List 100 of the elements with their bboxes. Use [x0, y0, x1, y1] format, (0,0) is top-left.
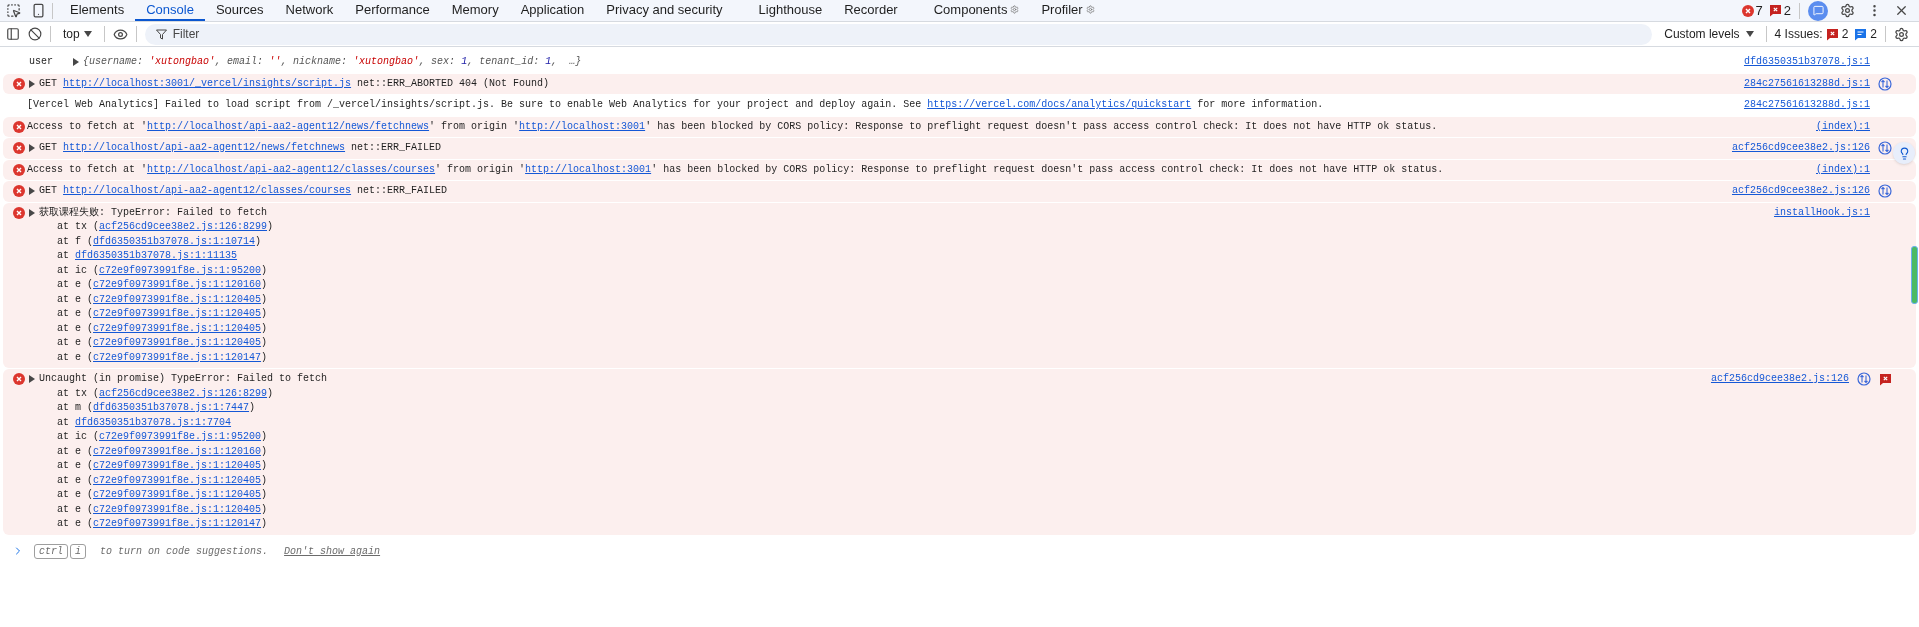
source-link[interactable]: dfd6350351b37078.js:1 — [1743, 55, 1870, 70]
stack-frame-link[interactable]: c72e9f0973991f8e.js:1:120405 — [93, 322, 262, 334]
stack-frame-link[interactable]: c72e9f0973991f8e.js:1:120160 — [93, 279, 262, 290]
dont-show-again-link[interactable]: Don't show again — [284, 543, 381, 559]
error-icon — [13, 142, 25, 155]
expand-triangle-icon[interactable] — [73, 58, 79, 67]
stack-frame-link[interactable]: c72e9f0973991f8e.js:1:120405 — [93, 503, 262, 515]
source-link[interactable]: installHook.js:1 — [1774, 205, 1870, 220]
stack-frame-link[interactable]: dfd6350351b37078.js:1:10714 — [93, 235, 256, 247]
url-link[interactable]: http://localhost:3001 — [525, 163, 652, 175]
stack-frame-link[interactable]: dfd6350351b37078.js:1:7447 — [93, 402, 250, 413]
expand-triangle-icon[interactable] — [29, 144, 35, 153]
error-text: GET http://localhost:3001/_vercel/insights/script.js net::ERR_ABORTED 404 (Not Found) — [39, 76, 550, 91]
stack-frame: at e (c72e9f0973991f8e.js:1:120405) — [27, 307, 1758, 322]
issue-icon[interactable] — [1879, 372, 1892, 386]
inspect-icon[interactable] — [6, 3, 21, 18]
stack-frame: at e (c72e9f0973991f8e.js:1:120405) — [27, 459, 1695, 474]
stack-frame-link[interactable]: acf256cd9cee38e2.js:126:8299 — [99, 221, 268, 232]
url-link[interactable]: http://localhost:3001/_vercel/insights/script.js — [63, 77, 352, 89]
stack-frame-link[interactable]: c72e9f0973991f8e.js:1:120405 — [93, 293, 262, 305]
stack-frame: at e (c72e9f0973991f8e.js:1:120147) — [27, 350, 1758, 365]
url-link[interactable]: http://localhost/api-aa2-agent12/classes/courses — [63, 185, 352, 196]
log-text: {username: 'xutongbao', email: '', nickname: 'xutongbao', sex: 1, tenant_id: 1, …} — [83, 55, 582, 69]
stack-frame-link[interactable]: c72e9f0973991f8e.js:1:95200 — [99, 264, 262, 276]
stack-frame: at e (c72e9f0973991f8e.js:1:120405) — [27, 473, 1695, 488]
source-link[interactable]: acf256cd9cee38e2.js:126 — [1710, 372, 1849, 387]
source-link[interactable]: (index):1 — [1816, 119, 1870, 134]
issue-count[interactable]: 2 — [1783, 0, 1791, 21]
source-link[interactable]: 284c27561613288d.js:1 — [1743, 76, 1870, 91]
panel-tab[interactable]: Elements — [59, 0, 136, 21]
network-request-icon[interactable] — [1878, 184, 1892, 199]
stack-frame-link[interactable]: c72e9f0973991f8e.js:1:120405 — [93, 474, 262, 486]
stack-frame-link[interactable]: acf256cd9cee38e2.js:126:8299 — [99, 387, 268, 399]
expand-triangle-icon[interactable] — [29, 79, 35, 88]
source-link[interactable]: acf256cd9cee38e2.js:126 — [1731, 184, 1870, 199]
source-link[interactable]: acf256cd9cee38e2.js:126 — [1731, 141, 1870, 156]
stack-frame-link[interactable]: dfd6350351b37078.js:1:11135 — [75, 250, 238, 261]
stack-frame-link[interactable]: c72e9f0973991f8e.js:1:120160 — [93, 445, 262, 457]
log-levels-dropdown[interactable]: Custom levels — [1660, 25, 1758, 43]
device-toolbar-icon[interactable] — [31, 3, 46, 18]
stack-frame-link[interactable]: c72e9f0973991f8e.js:1:120405 — [93, 489, 262, 500]
expand-triangle-icon[interactable] — [29, 375, 35, 384]
error-icon — [13, 77, 25, 90]
close-icon[interactable] — [1894, 3, 1909, 18]
stack-frame: at ic (c72e9f0973991f8e.js:1:95200) — [27, 263, 1758, 278]
issues-label: 4 Issues: — [1774, 26, 1823, 43]
panel-tab[interactable]: Recorder — [833, 0, 909, 21]
stack-frame-link[interactable]: c72e9f0973991f8e.js:1:120405 — [93, 337, 262, 348]
network-request-icon[interactable] — [1878, 76, 1892, 91]
stack-frame-link[interactable]: c72e9f0973991f8e.js:1:120405 — [93, 308, 262, 319]
log-text: [Vercel Web Analytics] Failed to load script from /_vercel/insights/script.js. Be sure to enable Web Analytics for your project and deploy again. See https://vercel.com/docs/analytics/quickstart for more information. — [27, 98, 1324, 112]
stack-frame-link[interactable]: c72e9f0973991f8e.js:1:120147 — [93, 351, 262, 363]
url-link[interactable]: http://localhost/api-aa2-agent12/classes/courses — [147, 163, 436, 175]
stack-frame: at tx (acf256cd9cee38e2.js:126:8299) — [27, 220, 1758, 235]
panel-tab[interactable]: Components — [922, 0, 1031, 21]
live-expression-icon[interactable] — [112, 26, 128, 42]
issue-icon[interactable] — [1825, 27, 1839, 41]
stack-frame-link[interactable]: c72e9f0973991f8e.js:1:95200 — [99, 431, 262, 442]
panel-tab[interactable]: Profiler — [1030, 0, 1106, 21]
issues-counter[interactable]: 4 Issues: 2 2 — [1774, 25, 1877, 43]
panel-tab[interactable]: Lighthouse — [747, 0, 834, 21]
console-settings-icon[interactable] — [1894, 26, 1909, 42]
error-icon — [13, 373, 25, 386]
expand-triangle-icon[interactable] — [29, 187, 35, 196]
error-icon — [13, 185, 25, 198]
stack-frame-link[interactable]: dfd6350351b37078.js:1:7704 — [75, 416, 232, 428]
stack-frame: at dfd6350351b37078.js:1:7704 — [27, 415, 1695, 430]
clear-console-icon[interactable] — [28, 27, 42, 41]
stack-frame: at e (c72e9f0973991f8e.js:1:120405) — [27, 336, 1758, 351]
context-dropdown[interactable]: top — [59, 25, 96, 43]
source-link[interactable]: 284c27561613288d.js:1 — [1743, 98, 1870, 113]
panel-tab[interactable]: Performance — [344, 0, 441, 21]
expand-triangle-icon[interactable] — [29, 208, 35, 217]
url-link[interactable]: http://localhost:3001 — [519, 120, 646, 132]
scroll-indicator — [1911, 246, 1918, 304]
filter-field[interactable]: Filter — [144, 23, 1653, 45]
url-link[interactable]: https://vercel.com/docs/analytics/quickstart — [927, 99, 1192, 110]
source-link[interactable]: (index):1 — [1816, 162, 1870, 177]
stack-frame: at dfd6350351b37078.js:1:11135 — [27, 249, 1758, 264]
panel-tab[interactable]: Memory — [440, 0, 510, 21]
issue-icon[interactable] — [1768, 4, 1782, 17]
ai-assistance-button[interactable] — [1808, 0, 1828, 21]
panel-tab[interactable]: Sources — [204, 0, 275, 21]
network-request-icon[interactable] — [1878, 141, 1892, 156]
sidebar-toggle-icon[interactable] — [6, 27, 20, 41]
panel-tab[interactable]: Network — [274, 0, 345, 21]
network-request-icon[interactable] — [1857, 372, 1871, 387]
stack-frame-link[interactable]: c72e9f0973991f8e.js:1:120147 — [93, 518, 262, 529]
panel-tab[interactable]: Application — [509, 0, 596, 21]
stack-frame: at e (c72e9f0973991f8e.js:1:120405) — [27, 502, 1695, 517]
filter-icon — [155, 28, 167, 40]
chat-icon — [1812, 5, 1824, 16]
panel-tab[interactable]: Privacy and security — [595, 0, 734, 21]
url-link[interactable]: http://localhost/api-aa2-agent12/news/fetchnews — [63, 142, 346, 153]
stack-frame-link[interactable]: c72e9f0973991f8e.js:1:120405 — [93, 460, 262, 471]
panel-tab[interactable]: Console — [135, 0, 205, 21]
settings-icon[interactable] — [1840, 3, 1855, 18]
error-count[interactable]: 7 — [1755, 0, 1763, 21]
stack-frame: at e (c72e9f0973991f8e.js:1:120405) — [27, 292, 1758, 307]
url-link[interactable]: http://localhost/api-aa2-agent12/news/fetchnews — [147, 120, 430, 132]
